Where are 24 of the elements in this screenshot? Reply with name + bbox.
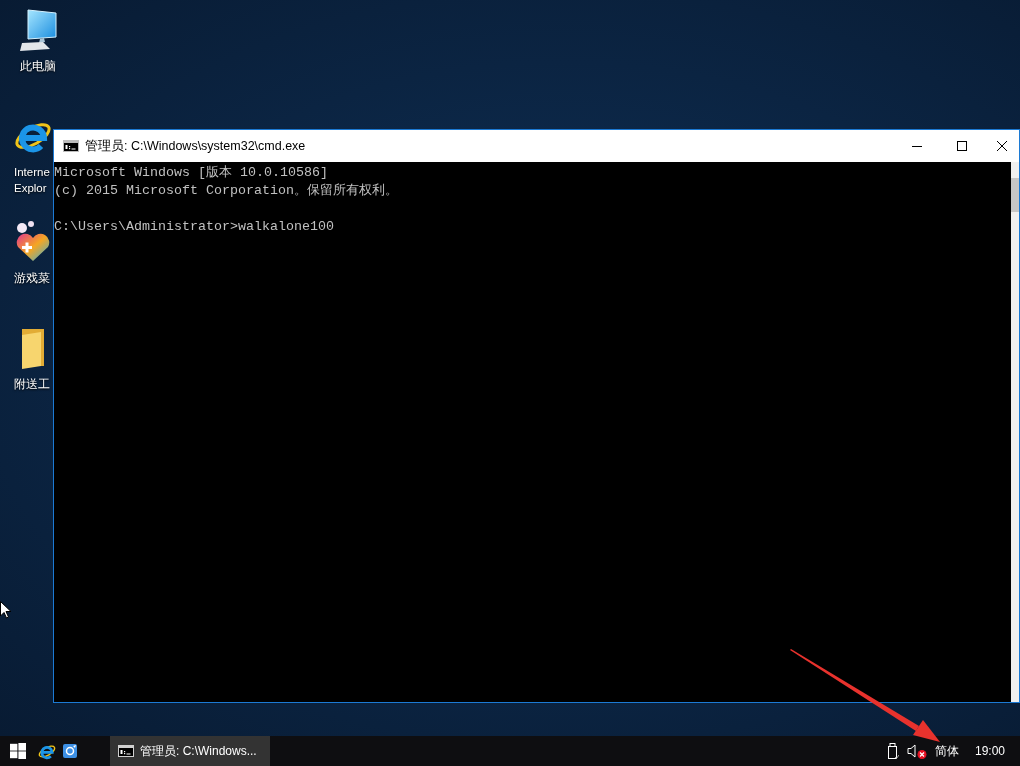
usb-drive-icon [887, 742, 899, 760]
input-language-indicator[interactable]: 简体 [930, 736, 964, 766]
computer-icon[interactable] [19, 8, 57, 52]
desktop-icon-label[interactable]: 游戏菜 [14, 270, 50, 286]
mouse-pointer-icon [0, 601, 12, 619]
scrollbar-thumb[interactable] [1011, 178, 1019, 212]
minimize-icon [911, 145, 922, 147]
command-prompt-line: C:\Users\Administrator>walkalone100 [54, 218, 334, 236]
desktop-icon-label[interactable]: 此电脑 [20, 58, 56, 74]
app-icon [62, 743, 78, 759]
scrollbar[interactable] [1011, 162, 1019, 702]
console-icon [63, 140, 79, 152]
desktop-icon-label[interactable]: 附送工 [14, 376, 50, 392]
taskbar-window-button[interactable]: 管理员: C:\Windows... [110, 736, 270, 766]
start-icon [9, 743, 26, 759]
clock[interactable]: 19:00 [968, 736, 1012, 766]
console-icon [118, 745, 134, 757]
console-line: (c) 2015 Microsoft Corporation。保留所有权利。 [54, 182, 398, 200]
heart-plus-icon[interactable] [14, 220, 52, 264]
maximize-icon [956, 141, 967, 151]
console-line: Microsoft Windows [版本 10.0.10586] [54, 164, 328, 182]
close-icon [996, 141, 1007, 151]
desktop-icon-label[interactable]: Interne Explor [14, 164, 50, 196]
window-title: 管理员: C:\Windows\system32\cmd.exe [85, 137, 306, 155]
